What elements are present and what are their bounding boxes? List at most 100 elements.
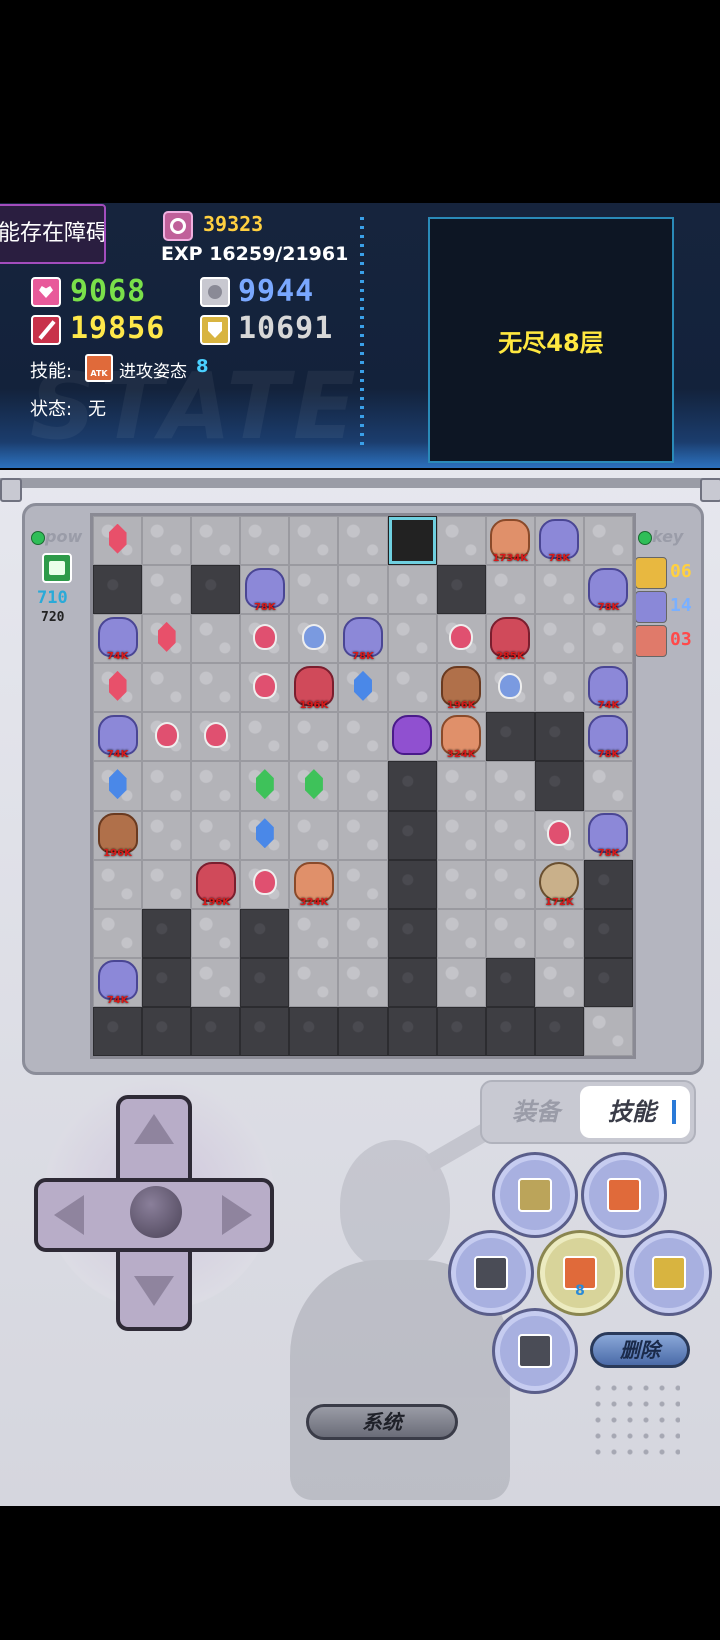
wall-tile[interactable]: [289, 1006, 339, 1056]
gem-icon[interactable]: [108, 523, 127, 554]
floor-tile[interactable]: [338, 565, 388, 615]
floor-tile[interactable]: [485, 908, 535, 958]
floor-tile[interactable]: [583, 614, 633, 664]
floor-tile[interactable]: [485, 810, 535, 860]
floor-tile[interactable]: [436, 859, 486, 909]
wall-tile[interactable]: [387, 810, 437, 860]
floor-tile[interactable]: 78K: [240, 565, 290, 615]
floor-tile[interactable]: [387, 712, 437, 762]
floor-tile[interactable]: [289, 908, 339, 958]
floor-tile[interactable]: [436, 810, 486, 860]
dpad-left-button[interactable]: [40, 1195, 110, 1235]
floor-tile[interactable]: [240, 663, 290, 713]
floor-tile[interactable]: [93, 516, 143, 566]
wall-tile[interactable]: [485, 1006, 535, 1056]
floor-tile[interactable]: [191, 614, 241, 664]
floor-tile[interactable]: [142, 761, 192, 811]
potion-icon[interactable]: [252, 623, 277, 650]
floor-tile[interactable]: [534, 810, 584, 860]
gem-icon[interactable]: [157, 621, 176, 652]
floor-tile[interactable]: 1734K: [485, 516, 535, 566]
floor-tile[interactable]: [338, 810, 388, 860]
skill-slot-target[interactable]: [492, 1152, 578, 1238]
skill-slot-empty-2[interactable]: [492, 1308, 578, 1394]
wall-tile[interactable]: [142, 1006, 192, 1056]
door-tile[interactable]: [387, 516, 437, 566]
potion-icon[interactable]: [498, 672, 523, 699]
gem-icon[interactable]: [304, 769, 323, 800]
wall-tile[interactable]: [142, 957, 192, 1007]
floor-tile[interactable]: [142, 614, 192, 664]
floor-tile[interactable]: 196K: [436, 663, 486, 713]
wall-tile[interactable]: [191, 565, 241, 615]
floor-tile[interactable]: [485, 663, 535, 713]
floor-tile[interactable]: [485, 859, 535, 909]
floor-tile[interactable]: [534, 663, 584, 713]
wall-tile[interactable]: [387, 761, 437, 811]
floor-tile[interactable]: 74K: [93, 614, 143, 664]
wall-tile[interactable]: [387, 908, 437, 958]
floor-tile[interactable]: [534, 908, 584, 958]
dpad-down-button[interactable]: [134, 1260, 174, 1330]
floor-tile[interactable]: [191, 908, 241, 958]
floor-tile[interactable]: [191, 957, 241, 1007]
skill-slot-active[interactable]: 8: [537, 1230, 623, 1316]
floor-tile[interactable]: [142, 810, 192, 860]
floor-tile[interactable]: [289, 810, 339, 860]
potion-icon[interactable]: [252, 869, 277, 896]
wall-tile[interactable]: [436, 565, 486, 615]
potion-icon[interactable]: [252, 672, 277, 699]
floor-tile[interactable]: [338, 516, 388, 566]
monster[interactable]: [392, 715, 433, 756]
wall-tile[interactable]: [240, 957, 290, 1007]
floor-tile[interactable]: [534, 565, 584, 615]
floor-tile[interactable]: 78K: [583, 565, 633, 615]
dpad-right-button[interactable]: [200, 1195, 270, 1235]
wall-tile[interactable]: [534, 1006, 584, 1056]
tab-equip[interactable]: 装备: [490, 1086, 582, 1138]
floor-tile[interactable]: [387, 614, 437, 664]
floor-tile[interactable]: [387, 565, 437, 615]
potion-icon[interactable]: [547, 820, 572, 847]
floor-tile[interactable]: [93, 859, 143, 909]
floor-tile[interactable]: [191, 712, 241, 762]
floor-tile[interactable]: 74K: [93, 712, 143, 762]
floor-tile[interactable]: 196K: [289, 663, 339, 713]
floor-tile[interactable]: [338, 859, 388, 909]
floor-tile[interactable]: 74K: [93, 957, 143, 1007]
floor-tile[interactable]: [583, 1006, 633, 1056]
spellbook-icon[interactable]: [42, 553, 72, 583]
wall-tile[interactable]: [583, 859, 633, 909]
floor-tile[interactable]: [240, 761, 290, 811]
wall-tile[interactable]: [240, 1006, 290, 1056]
dpad-up-button[interactable]: [134, 1100, 174, 1170]
floor-tile[interactable]: [436, 957, 486, 1007]
floor-tile[interactable]: [436, 761, 486, 811]
wall-tile[interactable]: [387, 957, 437, 1007]
floor-tile[interactable]: [93, 761, 143, 811]
floor-tile[interactable]: [240, 712, 290, 762]
floor-tile[interactable]: [240, 614, 290, 664]
floor-tile[interactable]: [436, 908, 486, 958]
floor-tile[interactable]: [191, 516, 241, 566]
floor-tile[interactable]: [436, 516, 486, 566]
floor-tile[interactable]: 196K: [93, 810, 143, 860]
floor-tile[interactable]: [387, 663, 437, 713]
floor-tile[interactable]: [485, 565, 535, 615]
floor-tile[interactable]: [93, 663, 143, 713]
floor-tile[interactable]: 196K: [191, 859, 241, 909]
wall-tile[interactable]: [142, 908, 192, 958]
floor-tile[interactable]: 324K: [436, 712, 486, 762]
floor-tile[interactable]: 78K: [534, 516, 584, 566]
gem-icon[interactable]: [255, 818, 274, 849]
floor-tile[interactable]: [289, 712, 339, 762]
floor-tile[interactable]: 324K: [289, 859, 339, 909]
system-button[interactable]: 系统: [306, 1404, 458, 1440]
delete-button[interactable]: 删除: [590, 1332, 690, 1368]
skill-slot-empty-1[interactable]: [448, 1230, 534, 1316]
gem-icon[interactable]: [255, 769, 274, 800]
floor-tile[interactable]: [142, 859, 192, 909]
potion-icon[interactable]: [449, 623, 474, 650]
floor-tile[interactable]: [338, 908, 388, 958]
floor-tile[interactable]: [338, 712, 388, 762]
